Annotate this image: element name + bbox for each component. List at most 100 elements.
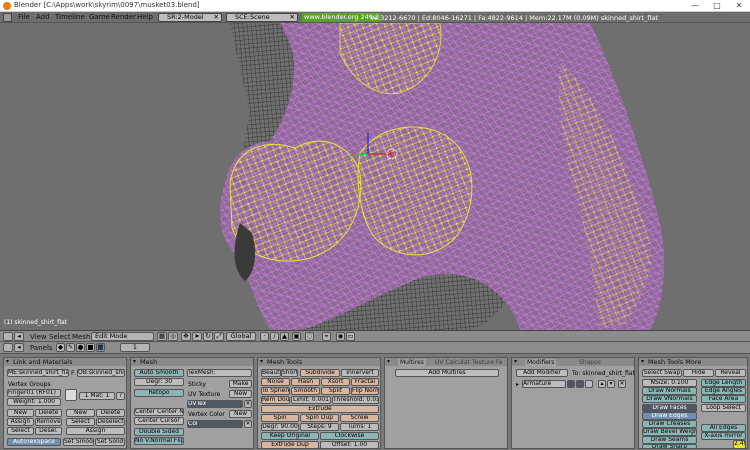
editing-context-icon[interactable]: ▦ bbox=[96, 343, 105, 352]
scene-selector[interactable]: SCE:Scene ✕ bbox=[226, 13, 298, 22]
vgroup-select-button[interactable]: Select bbox=[7, 427, 34, 435]
panel-title[interactable]: Mesh Tools bbox=[258, 358, 380, 366]
render-preview-icon[interactable]: ◉ bbox=[336, 332, 345, 341]
minimize-button[interactable]: — bbox=[684, 0, 706, 12]
material-help-button[interactable]: ? bbox=[116, 392, 125, 400]
3d-viewport[interactable]: (1) skinned_shirt_flat bbox=[0, 23, 750, 330]
short-toggle[interactable]: Short bbox=[281, 369, 298, 377]
edge-select-icon[interactable]: / bbox=[270, 332, 279, 341]
to-sphere-button[interactable]: To Sphere bbox=[261, 387, 290, 395]
shading-context-icon[interactable]: ● bbox=[76, 343, 85, 352]
sticky-make-button[interactable]: Make bbox=[229, 380, 252, 388]
rotate-icon[interactable]: ↻ bbox=[203, 332, 213, 341]
menu-view[interactable]: View bbox=[30, 333, 47, 341]
vgroup-desel-button[interactable]: Desel. bbox=[35, 427, 62, 435]
hide-button[interactable]: Hide bbox=[683, 369, 714, 377]
all-edges-toggle[interactable]: All Edges bbox=[701, 424, 746, 432]
close-button[interactable]: ✕ bbox=[728, 0, 750, 12]
autotexspace-toggle[interactable]: AutoTexSpace bbox=[7, 438, 61, 446]
material-index-field[interactable]: 1 Mat: 1 bbox=[79, 392, 115, 400]
expand-modifier-icon[interactable]: ▸ bbox=[516, 381, 519, 388]
tab-uv-calculation[interactable]: UV Calculat bbox=[433, 359, 472, 366]
set-solid-button[interactable]: Set Solid bbox=[95, 438, 125, 446]
spin-dup-button[interactable]: Spin Dup bbox=[300, 414, 339, 422]
uvtex-delete-icon[interactable]: ✕ bbox=[244, 400, 252, 408]
turns-field[interactable]: Turns: 1 bbox=[340, 423, 379, 431]
smooth-button[interactable]: Smooth bbox=[291, 387, 320, 395]
weight-field[interactable]: Weight: 1.000 bbox=[7, 398, 61, 406]
fake-user-toggle[interactable]: F bbox=[71, 370, 74, 377]
spin-button[interactable]: Spin bbox=[261, 414, 299, 422]
draw-type-icon[interactable]: ▦ bbox=[157, 332, 167, 341]
limit-field[interactable]: Limit: 0.001 bbox=[291, 396, 331, 404]
reveal-button[interactable]: Reveal bbox=[715, 369, 746, 377]
menu-panels[interactable]: Panels bbox=[30, 344, 53, 352]
orientation-selector[interactable]: Global bbox=[226, 332, 256, 341]
mesh-datablock-field[interactable]: ME:skinned_shirt_flat bbox=[7, 369, 69, 377]
uvtex-layer[interactable]: UVTex bbox=[187, 400, 243, 408]
draw-seams-toggle[interactable]: Draw Seams bbox=[642, 436, 697, 444]
flip-normal-button[interactable]: Flip Normal bbox=[351, 387, 379, 395]
add-multires-button[interactable]: Add Multires bbox=[395, 369, 499, 377]
auto-smooth-degr-field[interactable]: Degr: 30 bbox=[134, 378, 184, 386]
menu-help[interactable]: Help bbox=[137, 13, 153, 21]
steps-field[interactable]: Steps: 9 bbox=[300, 423, 339, 431]
screen-selector[interactable]: SR:2-Model ✕ bbox=[158, 13, 222, 22]
col-layer[interactable]: Col bbox=[187, 420, 243, 428]
x-axis-mirror-toggle[interactable]: X-axis mirror bbox=[701, 432, 746, 440]
occlude-icon[interactable]: ▣ bbox=[292, 332, 301, 341]
collapse-menu-icon[interactable]: ◂ bbox=[14, 332, 24, 341]
draw-faces-toggle[interactable]: Draw Faces bbox=[642, 404, 697, 412]
edge-angles-toggle[interactable]: Edge Angles bbox=[701, 387, 746, 395]
armature-modifier-name[interactable]: Armature bbox=[522, 380, 566, 388]
camera-icon[interactable]: ▭ bbox=[346, 332, 355, 341]
draw-creases-toggle[interactable]: Draw Creases bbox=[642, 420, 697, 428]
info-window-type-icon[interactable] bbox=[3, 13, 12, 22]
uv-texture-new-button[interactable]: New bbox=[229, 390, 252, 398]
draw-vnormals-toggle[interactable]: Draw VNormals bbox=[642, 395, 697, 403]
threshold-field[interactable]: Threshold: 0.010 bbox=[332, 396, 379, 404]
menu-timeline[interactable]: Timeline bbox=[55, 13, 85, 21]
noise-button[interactable]: Noise bbox=[261, 378, 290, 386]
xsort-button[interactable]: Xsort bbox=[321, 378, 350, 386]
vgroup-remove-button[interactable]: Remove bbox=[35, 418, 62, 426]
loop-select-field[interactable]: Loop Select bbox=[701, 404, 746, 412]
menu-file[interactable]: File bbox=[18, 13, 30, 21]
spin-degr-field[interactable]: Degr: 90.00 bbox=[261, 423, 299, 431]
material-assign-button[interactable]: Assign bbox=[66, 427, 125, 435]
vgroup-new-button[interactable]: New bbox=[7, 409, 34, 417]
material-delete-button[interactable]: Delete bbox=[96, 409, 125, 417]
add-modifier-button[interactable]: Add Modifier bbox=[516, 369, 568, 377]
menu-mesh[interactable]: Mesh bbox=[72, 333, 90, 341]
buttons-window-type-icon[interactable] bbox=[3, 343, 13, 352]
vertex-color-new-button[interactable]: New bbox=[229, 410, 252, 418]
vgroup-assign-button[interactable]: Assign bbox=[7, 418, 34, 426]
panel-title[interactable]: Mesh Tools More bbox=[639, 358, 747, 366]
pivot-icon[interactable]: ◎ bbox=[168, 332, 178, 341]
panel-title[interactable]: Link and Materials bbox=[4, 358, 126, 366]
scale-icon[interactable]: ⤢ bbox=[214, 332, 224, 341]
retopo-toggle[interactable]: Retopo bbox=[134, 389, 184, 397]
render-toggle-icon[interactable] bbox=[567, 380, 575, 388]
double-sided-toggle[interactable]: Double Sided bbox=[134, 428, 184, 436]
face-select-icon[interactable]: ▲ bbox=[280, 332, 289, 341]
material-select-button[interactable]: Select bbox=[66, 418, 95, 426]
tab-modifiers[interactable]: Modifiers bbox=[525, 359, 557, 366]
beauty-toggle[interactable]: Beauty bbox=[261, 369, 281, 377]
rem-doubl-button[interactable]: Rem Doubl bbox=[261, 396, 290, 404]
maximize-button[interactable]: □ bbox=[706, 0, 728, 12]
move-up-icon[interactable]: ▴ bbox=[598, 380, 606, 388]
clockwise-toggle[interactable]: Clockwise bbox=[320, 432, 379, 440]
draw-bevel-weights-toggle[interactable]: Draw Bevel Weights bbox=[642, 428, 697, 436]
select-swap-button[interactable]: Select Swap bbox=[642, 369, 682, 377]
panel-title[interactable]: Mesh bbox=[131, 358, 253, 366]
face-area-toggle[interactable]: Face Area bbox=[701, 395, 746, 403]
editmode-toggle-icon[interactable] bbox=[585, 380, 593, 388]
menu-select[interactable]: Select bbox=[49, 333, 71, 341]
col-delete-icon[interactable]: ✕ bbox=[244, 420, 252, 428]
innervert-button[interactable]: Innervert bbox=[341, 369, 379, 377]
edge-length-toggle[interactable]: Edge Length bbox=[701, 379, 746, 387]
mode-selector[interactable]: Edit Mode bbox=[91, 332, 154, 341]
editor-type-icon[interactable] bbox=[3, 332, 13, 341]
no-v-normal-flip-toggle[interactable]: No V.Normal Flip bbox=[134, 437, 184, 445]
